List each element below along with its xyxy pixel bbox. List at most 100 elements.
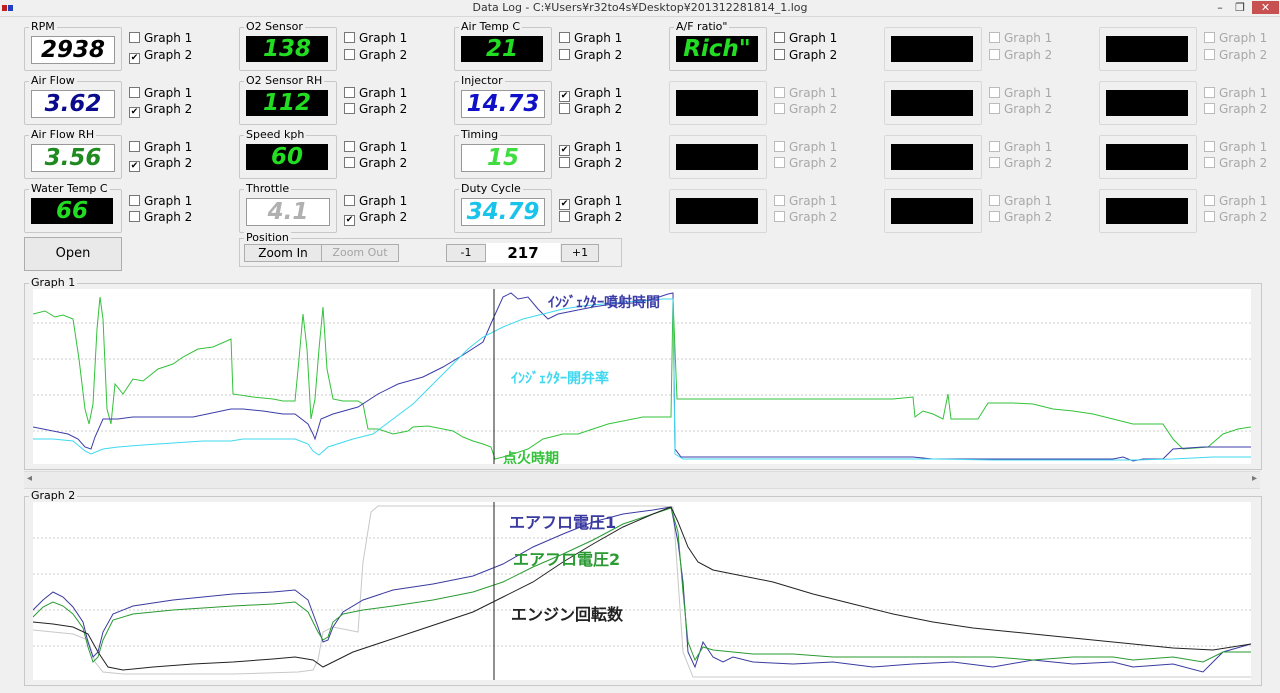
graph2-checkbox-disabled: Graph 2 [774, 102, 837, 117]
gauge-value: 3.62 [31, 90, 115, 118]
gauge-air-temp: Air Temp C 21 [454, 20, 552, 71]
grid [33, 322, 1251, 432]
graph2-label: Graph 2 [29, 489, 78, 502]
gauge-air-flow: Air Flow 3.62 [24, 74, 122, 125]
gauge-value: 4.1 [246, 198, 330, 226]
gauge-label: Duty Cycle [459, 182, 523, 195]
o2-sensor-graph2-checkbox[interactable]: Graph 2 [344, 48, 407, 63]
zoom-in-button[interactable]: Zoom In [244, 244, 322, 262]
air-flow-graph2-checkbox[interactable]: ✔ Graph 2 [129, 102, 192, 118]
injector-graph1-checkbox[interactable]: ✔ Graph 1 [559, 86, 622, 102]
gauge-duty-cycle: Duty Cycle 34.79 [454, 182, 552, 233]
gauge-label: Air Flow RH [29, 128, 97, 141]
graph2-checkbox-disabled: Graph 2 [1204, 210, 1267, 225]
graph1-checkbox-disabled: Graph 1 [1204, 31, 1267, 46]
duty-cycle-graph1-checkbox[interactable]: ✔ Graph 1 [559, 194, 622, 210]
water-temp-graph2-checkbox[interactable]: Graph 2 [129, 210, 192, 225]
graph2-checkbox-disabled: Graph 2 [1204, 48, 1267, 63]
gauge-af-ratio: A/F ratio" Rich" [669, 20, 767, 71]
gauge-value: 138 [246, 36, 328, 62]
o2-sensor-rh-graph2-checkbox[interactable]: Graph 2 [344, 102, 407, 117]
gauge-empty [669, 81, 767, 125]
graph1-label: Graph 1 [29, 276, 78, 289]
minimize-icon[interactable]: – [1210, 1, 1230, 14]
rpm-graph2-checkbox[interactable]: ✔ Graph 2 [129, 48, 192, 64]
zoom-out-button[interactable]: Zoom Out [321, 244, 399, 262]
o2-sensor-graph1-checkbox[interactable]: Graph 1 [344, 31, 407, 46]
speed-graph2-checkbox[interactable]: Graph 2 [344, 156, 407, 171]
timing-graph2-checkbox[interactable]: Graph 2 [559, 156, 622, 171]
graph2-checkbox-disabled: Graph 2 [1204, 156, 1267, 171]
gauge-value: Rich" [676, 36, 758, 62]
position-group: Position Zoom In Zoom Out -1 217 +1 [239, 231, 622, 267]
gauge-value: 60 [246, 144, 328, 170]
step-forward-button[interactable]: +1 [561, 244, 599, 262]
graph1-plot[interactable]: ｲﾝｼﾞｪｸﾀｰ噴射時間 ｲﾝｼﾞｪｸﾀｰ開弁率 点火時期 [33, 289, 1251, 464]
af2-line [33, 507, 1251, 663]
injector-annotation: ｲﾝｼﾞｪｸﾀｰ噴射時間 [548, 294, 660, 311]
gauge-empty [669, 189, 767, 233]
throttle-line [33, 505, 1251, 678]
scroll-left-icon[interactable]: ◂ [27, 473, 32, 484]
graph2-checkbox-disabled: Graph 2 [989, 210, 1052, 225]
gauge-label: O2 Sensor RH [244, 74, 325, 87]
throttle-graph2-checkbox[interactable]: ✔ Graph 2 [344, 210, 407, 226]
step-back-button[interactable]: -1 [446, 244, 486, 262]
o2-sensor-rh-graph1-checkbox[interactable]: Graph 1 [344, 86, 407, 101]
restore-icon[interactable]: ❐ [1230, 1, 1250, 14]
scroll-right-icon[interactable]: ▸ [1252, 473, 1257, 484]
graph1-checkbox-disabled: Graph 1 [989, 31, 1052, 46]
throttle-graph1-checkbox[interactable]: Graph 1 [344, 194, 407, 209]
gauge-label: RPM [29, 20, 57, 33]
horizontal-scrollbar[interactable]: ◂ ▸ [24, 471, 1260, 489]
graph1-checkbox-disabled: Graph 1 [989, 140, 1052, 155]
gauge-value: 66 [31, 198, 113, 224]
water-temp-graph1-checkbox[interactable]: Graph 1 [129, 194, 192, 209]
gauge-o2-sensor-rh: O2 Sensor RH 112 [239, 74, 337, 125]
gauge-value: 3.56 [31, 144, 115, 172]
graph1-checkbox-disabled: Graph 1 [989, 194, 1052, 209]
af-ratio-graph1-checkbox[interactable]: Graph 1 [774, 31, 837, 46]
graph1-checkbox-disabled: Graph 1 [1204, 86, 1267, 101]
gauge-empty [1099, 27, 1197, 71]
gauge-value: 14.73 [461, 90, 545, 118]
graph1-checkbox-disabled: Graph 1 [774, 194, 837, 209]
timing-graph1-checkbox[interactable]: ✔ Graph 1 [559, 140, 622, 156]
gauge-label: Timing [459, 128, 501, 141]
gauge-label: Speed kph [244, 128, 307, 141]
gauge-value: 34.79 [461, 198, 545, 226]
position-label: Position [244, 231, 291, 244]
gauge-empty [884, 27, 982, 71]
gauge-label: Throttle [244, 182, 292, 195]
gauge-empty [884, 81, 982, 125]
gauge-injector: Injector 14.73 [454, 74, 552, 125]
gauge-label: Air Temp C [459, 20, 523, 33]
gauge-label: Injector [459, 74, 505, 87]
open-button[interactable]: Open [24, 237, 122, 271]
air-temp-graph2-checkbox[interactable]: Graph 2 [559, 48, 622, 63]
gauge-label: A/F ratio" [674, 20, 730, 33]
duty-cycle-graph2-checkbox[interactable]: Graph 2 [559, 210, 622, 225]
air-temp-graph1-checkbox[interactable]: Graph 1 [559, 31, 622, 46]
graph2-checkbox-disabled: Graph 2 [774, 210, 837, 225]
close-icon[interactable]: ✕ [1252, 1, 1279, 14]
graph1-checkbox-disabled: Graph 1 [774, 86, 837, 101]
af1-line [33, 506, 1251, 673]
graph2-checkbox-disabled: Graph 2 [989, 102, 1052, 117]
injector-graph2-checkbox[interactable]: Graph 2 [559, 102, 622, 117]
gauge-value: 15 [461, 144, 545, 172]
gauge-empty [669, 135, 767, 179]
air-flow-rh-graph1-checkbox[interactable]: Graph 1 [129, 140, 192, 155]
gauge-empty [884, 135, 982, 179]
speed-graph1-checkbox[interactable]: Graph 1 [344, 140, 407, 155]
graph2-plot[interactable]: エアフロ電圧1 エアフロ電圧2 エンジン回転数 [33, 502, 1251, 680]
af-ratio-graph2-checkbox[interactable]: Graph 2 [774, 48, 837, 63]
gauge-label: Water Temp C [29, 182, 110, 195]
air-flow-graph1-checkbox[interactable]: Graph 1 [129, 86, 192, 101]
graph2-checkbox-disabled: Graph 2 [989, 156, 1052, 171]
title-bar: Data Log - C:¥Users¥r32to4s¥Desktop¥2013… [0, 0, 1280, 17]
air-flow-rh-graph2-checkbox[interactable]: ✔ Graph 2 [129, 156, 192, 172]
position-value[interactable]: 217 [486, 243, 560, 263]
rpm-graph1-checkbox[interactable]: Graph 1 [129, 31, 192, 46]
graph1-checkbox-disabled: Graph 1 [1204, 140, 1267, 155]
